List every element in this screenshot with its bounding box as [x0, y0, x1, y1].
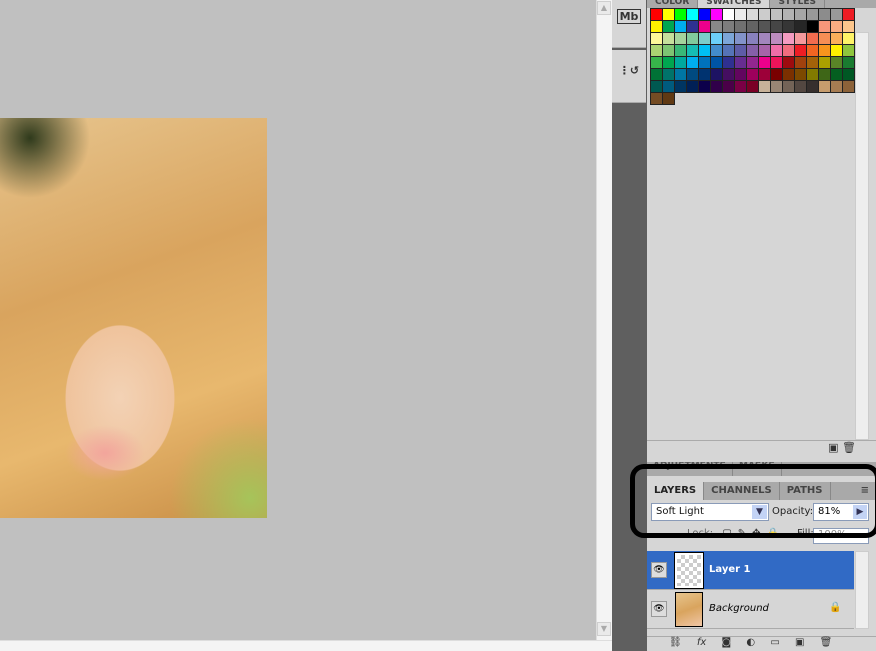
mask-icon[interactable]: ◙ [722, 637, 732, 648]
layers-scrollbar[interactable] [855, 551, 869, 629]
swatch-grid [649, 7, 855, 105]
new-swatch-icon[interactable]: ▣ [828, 441, 838, 454]
mini-bridge-icon[interactable]: Mb [612, 0, 646, 48]
panel-dock: Mb ⋮↺ [612, 0, 647, 651]
folder-icon[interactable]: ▭ [770, 637, 779, 648]
layer-name: Layer 1 [709, 564, 751, 575]
eye-icon[interactable]: 👁 [651, 562, 667, 578]
swatches-footer: ▣ 🗑 [647, 440, 876, 458]
panels-area: COLOR SWATCHES STYLES ▣ 🗑 ADJUSTMENTS MA… [647, 0, 876, 651]
highlight-annotation [630, 464, 876, 538]
photo-image [0, 118, 267, 518]
document-canvas[interactable] [0, 0, 596, 640]
trash-icon[interactable]: 🗑 [820, 637, 833, 648]
new-layer-icon[interactable]: ▣ [795, 637, 804, 648]
canvas-horizontal-scrollbar[interactable] [0, 640, 612, 651]
layer-name: Background [709, 603, 769, 614]
layer-thumbnail [675, 592, 703, 627]
swatch[interactable] [661, 91, 675, 105]
lock-icon: 🔒 [829, 602, 842, 613]
swatches-scrollbar[interactable] [855, 32, 869, 440]
trash-icon[interactable]: 🗑 [842, 441, 856, 454]
scroll-up-button[interactable]: ▲ [597, 1, 611, 15]
layer-row-background[interactable]: 👁 Background 🔒 [647, 590, 854, 629]
layers-footer-toolbar: ⛓ fx ◙ ◐ ▭ ▣ 🗑 [647, 636, 876, 651]
eye-icon[interactable]: 👁 [651, 601, 667, 617]
mini-bridge-label: Mb [616, 9, 642, 24]
history-icon[interactable]: ⋮↺ [612, 50, 646, 103]
fx-icon[interactable]: fx [697, 637, 706, 648]
canvas-vertical-scrollbar[interactable]: ▲ ▼ [596, 0, 612, 640]
layer-thumbnail [674, 552, 704, 589]
adjustment-layer-icon[interactable]: ◐ [746, 637, 755, 648]
swatch[interactable] [841, 79, 855, 93]
link-icon[interactable]: ⛓ [669, 637, 682, 648]
scroll-down-button[interactable]: ▼ [597, 622, 611, 636]
layer-row-layer-1[interactable]: 👁 Layer 1 [647, 551, 854, 590]
